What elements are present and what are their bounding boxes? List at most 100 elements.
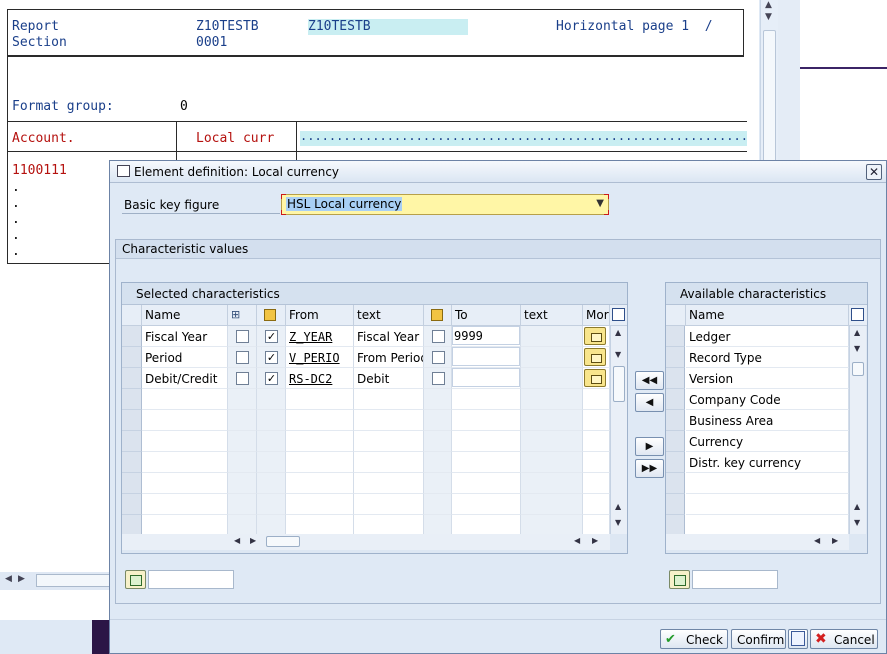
variable-to-checkbox[interactable]	[432, 351, 445, 364]
row-selector[interactable]	[666, 347, 685, 368]
from-cell[interactable]: RS-DC2	[286, 368, 354, 389]
list-item[interactable]: Business Area	[686, 410, 849, 431]
find-button[interactable]	[669, 570, 690, 589]
scroll-left-icon[interactable]: ◀	[234, 536, 240, 545]
find-input-available[interactable]	[692, 570, 778, 589]
select-all-header[interactable]	[666, 305, 686, 326]
scroll-right-icon[interactable]: ▶	[18, 574, 25, 584]
column-settings-header[interactable]	[849, 305, 867, 326]
to-input[interactable]	[452, 347, 520, 366]
remove-one-button[interactable]: ▶	[635, 437, 664, 456]
column-header-text[interactable]: text	[354, 305, 424, 326]
variable-to-column-header[interactable]	[424, 305, 452, 326]
scroll-down-icon[interactable]: ▼	[765, 12, 772, 22]
column-header-name[interactable]: Name	[142, 305, 228, 326]
select-all-header[interactable]	[122, 305, 142, 326]
scroll-left-icon[interactable]: ◀	[814, 536, 820, 545]
variable-checkbox[interactable]: ✓	[265, 372, 278, 385]
column-header-more[interactable]: Mor	[583, 305, 610, 326]
available-vertical-scrollbar[interactable]: ▲ ▼ ▲ ▼	[849, 326, 866, 534]
scroll-down-icon[interactable]: ▼	[854, 518, 860, 527]
confirm-button[interactable]: Confirm	[731, 629, 786, 649]
list-item[interactable]: Distr. key currency	[686, 452, 849, 473]
row-selector[interactable]	[666, 410, 685, 431]
scroll-up-icon[interactable]: ▲	[854, 502, 860, 511]
column-header-to[interactable]: To	[452, 305, 521, 326]
row-selector[interactable]	[666, 389, 685, 410]
variable-to-checkbox[interactable]	[432, 330, 445, 343]
add-all-button[interactable]: ◀◀	[635, 371, 664, 390]
hierarchy-checkbox[interactable]	[236, 372, 249, 385]
scroll-right-icon[interactable]: ▶	[592, 536, 598, 545]
table-settings-icon[interactable]	[612, 308, 625, 321]
to-cell[interactable]	[452, 347, 521, 368]
list-item[interactable]: Company Code	[686, 389, 849, 410]
from-value[interactable]: V_PERIO	[289, 351, 340, 365]
variable-checkbox[interactable]: ✓	[265, 330, 278, 343]
scroll-down-icon[interactable]: ▼	[615, 518, 621, 527]
scroll-up-icon[interactable]: ▲	[765, 0, 772, 10]
find-input-selected[interactable]	[148, 570, 234, 589]
multiple-selection-button[interactable]	[584, 327, 606, 345]
scroll-thumb[interactable]	[266, 536, 300, 547]
column-header-text-2[interactable]: text	[521, 305, 583, 326]
find-button[interactable]	[125, 570, 146, 589]
check-button[interactable]: ✔ Check	[660, 629, 728, 649]
multiple-selection-button[interactable]	[584, 348, 606, 366]
scroll-left-icon[interactable]: ◀	[574, 536, 580, 545]
scroll-right-icon[interactable]: ▶	[250, 536, 256, 545]
basic-key-figure-select[interactable]: HSL Local currency ▼	[281, 194, 609, 215]
scroll-up-icon[interactable]: ▲	[854, 328, 860, 337]
row-selector[interactable]	[122, 431, 142, 452]
to-cell[interactable]: 9999	[452, 326, 521, 347]
available-horizontal-scrollbar[interactable]: ◀ ▶	[666, 534, 849, 550]
table-settings-icon[interactable]	[851, 308, 864, 321]
variable-to-checkbox[interactable]	[432, 372, 445, 385]
scroll-thumb[interactable]	[852, 362, 864, 376]
list-item[interactable]: Version	[686, 368, 849, 389]
cancel-button[interactable]: ✖ Cancel	[810, 629, 878, 649]
hierarchy-checkbox[interactable]	[236, 351, 249, 364]
hierarchy-column-header[interactable]: ⊞	[228, 305, 257, 326]
scroll-down-icon[interactable]: ▼	[854, 344, 860, 353]
scroll-left-icon[interactable]: ◀	[5, 574, 12, 584]
row-selector[interactable]	[122, 452, 142, 473]
row-selector[interactable]	[666, 515, 685, 536]
row-selector[interactable]	[666, 494, 685, 515]
column-header-name[interactable]: Name	[686, 305, 849, 326]
row-selector[interactable]	[122, 347, 142, 368]
from-cell[interactable]: Z_YEAR	[286, 326, 354, 347]
scroll-right-icon[interactable]: ▶	[832, 536, 838, 545]
to-cell[interactable]	[452, 368, 521, 389]
row-selector[interactable]	[122, 326, 142, 347]
row-selector[interactable]	[122, 515, 142, 536]
row-selector[interactable]	[122, 410, 142, 431]
from-cell[interactable]: V_PERIO	[286, 347, 354, 368]
selected-horizontal-scrollbar[interactable]: ◀ ▶ ◀ ▶	[122, 534, 610, 550]
report-horizontal-scrollbar[interactable]: ◀ ▶	[0, 572, 110, 590]
column-settings-header[interactable]	[610, 305, 627, 326]
list-item[interactable]: Currency	[686, 431, 849, 452]
remove-all-button[interactable]: ▶▶	[635, 459, 664, 478]
chevron-down-icon[interactable]: ▼	[596, 198, 604, 209]
scroll-up-icon[interactable]: ▲	[615, 502, 621, 511]
hierarchy-checkbox[interactable]	[236, 330, 249, 343]
to-input[interactable]	[452, 368, 520, 387]
row-selector[interactable]	[666, 326, 685, 347]
row-selector[interactable]	[666, 431, 685, 452]
variable-column-header[interactable]	[257, 305, 286, 326]
from-value[interactable]: RS-DC2	[289, 372, 332, 386]
close-button[interactable]: ✕	[866, 164, 882, 180]
scroll-thumb[interactable]	[613, 366, 625, 402]
row-selector[interactable]	[122, 368, 142, 389]
variable-checkbox[interactable]: ✓	[265, 351, 278, 364]
list-item[interactable]: Ledger	[686, 326, 849, 347]
row-selector[interactable]	[122, 494, 142, 515]
from-value[interactable]: Z_YEAR	[289, 330, 332, 344]
row-selector[interactable]	[666, 473, 685, 494]
multiple-selection-button[interactable]	[584, 369, 606, 387]
scroll-down-icon[interactable]: ▼	[615, 350, 621, 359]
row-selector[interactable]	[666, 452, 685, 473]
scroll-up-icon[interactable]: ▲	[615, 328, 621, 337]
selected-vertical-scrollbar[interactable]: ▲ ▼ ▲ ▼	[610, 326, 627, 534]
